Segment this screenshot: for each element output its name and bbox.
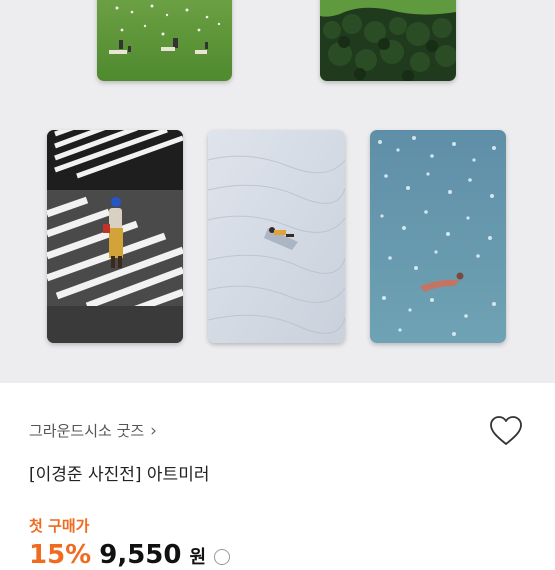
chevron-right-icon: ›	[150, 420, 157, 441]
card-park-lawn	[97, 0, 232, 81]
card-forest-aerial	[320, 0, 456, 81]
discount-rate: 15%	[29, 540, 92, 570]
card-crosswalk	[47, 130, 183, 343]
heart-outline-icon	[490, 416, 522, 445]
price-row: 15% 9,550 원	[29, 540, 231, 570]
wishlist-heart-icon[interactable]	[488, 414, 524, 448]
currency-unit: 원	[189, 547, 207, 568]
product-image-gallery[interactable]	[0, 0, 555, 383]
info-icon[interactable]	[214, 549, 231, 565]
park-lawn-photo	[97, 0, 232, 81]
snow-figure-photo	[208, 130, 345, 343]
product-title: [이경준 사진전] 아트미러	[29, 465, 210, 485]
brand-link[interactable]: 그라운드시소 굿즈 ›	[29, 420, 157, 441]
first-purchase-label: 첫 구매가	[29, 517, 90, 535]
crosswalk-photo	[47, 130, 183, 343]
forest-aerial-photo	[320, 0, 456, 81]
price-amount: 9,550	[99, 540, 182, 570]
card-snow-figure	[208, 130, 345, 343]
card-sparkling-water-swimmer	[370, 130, 506, 343]
sparkling-water-photo	[370, 130, 506, 343]
brand-name: 그라운드시소 굿즈	[29, 422, 145, 440]
